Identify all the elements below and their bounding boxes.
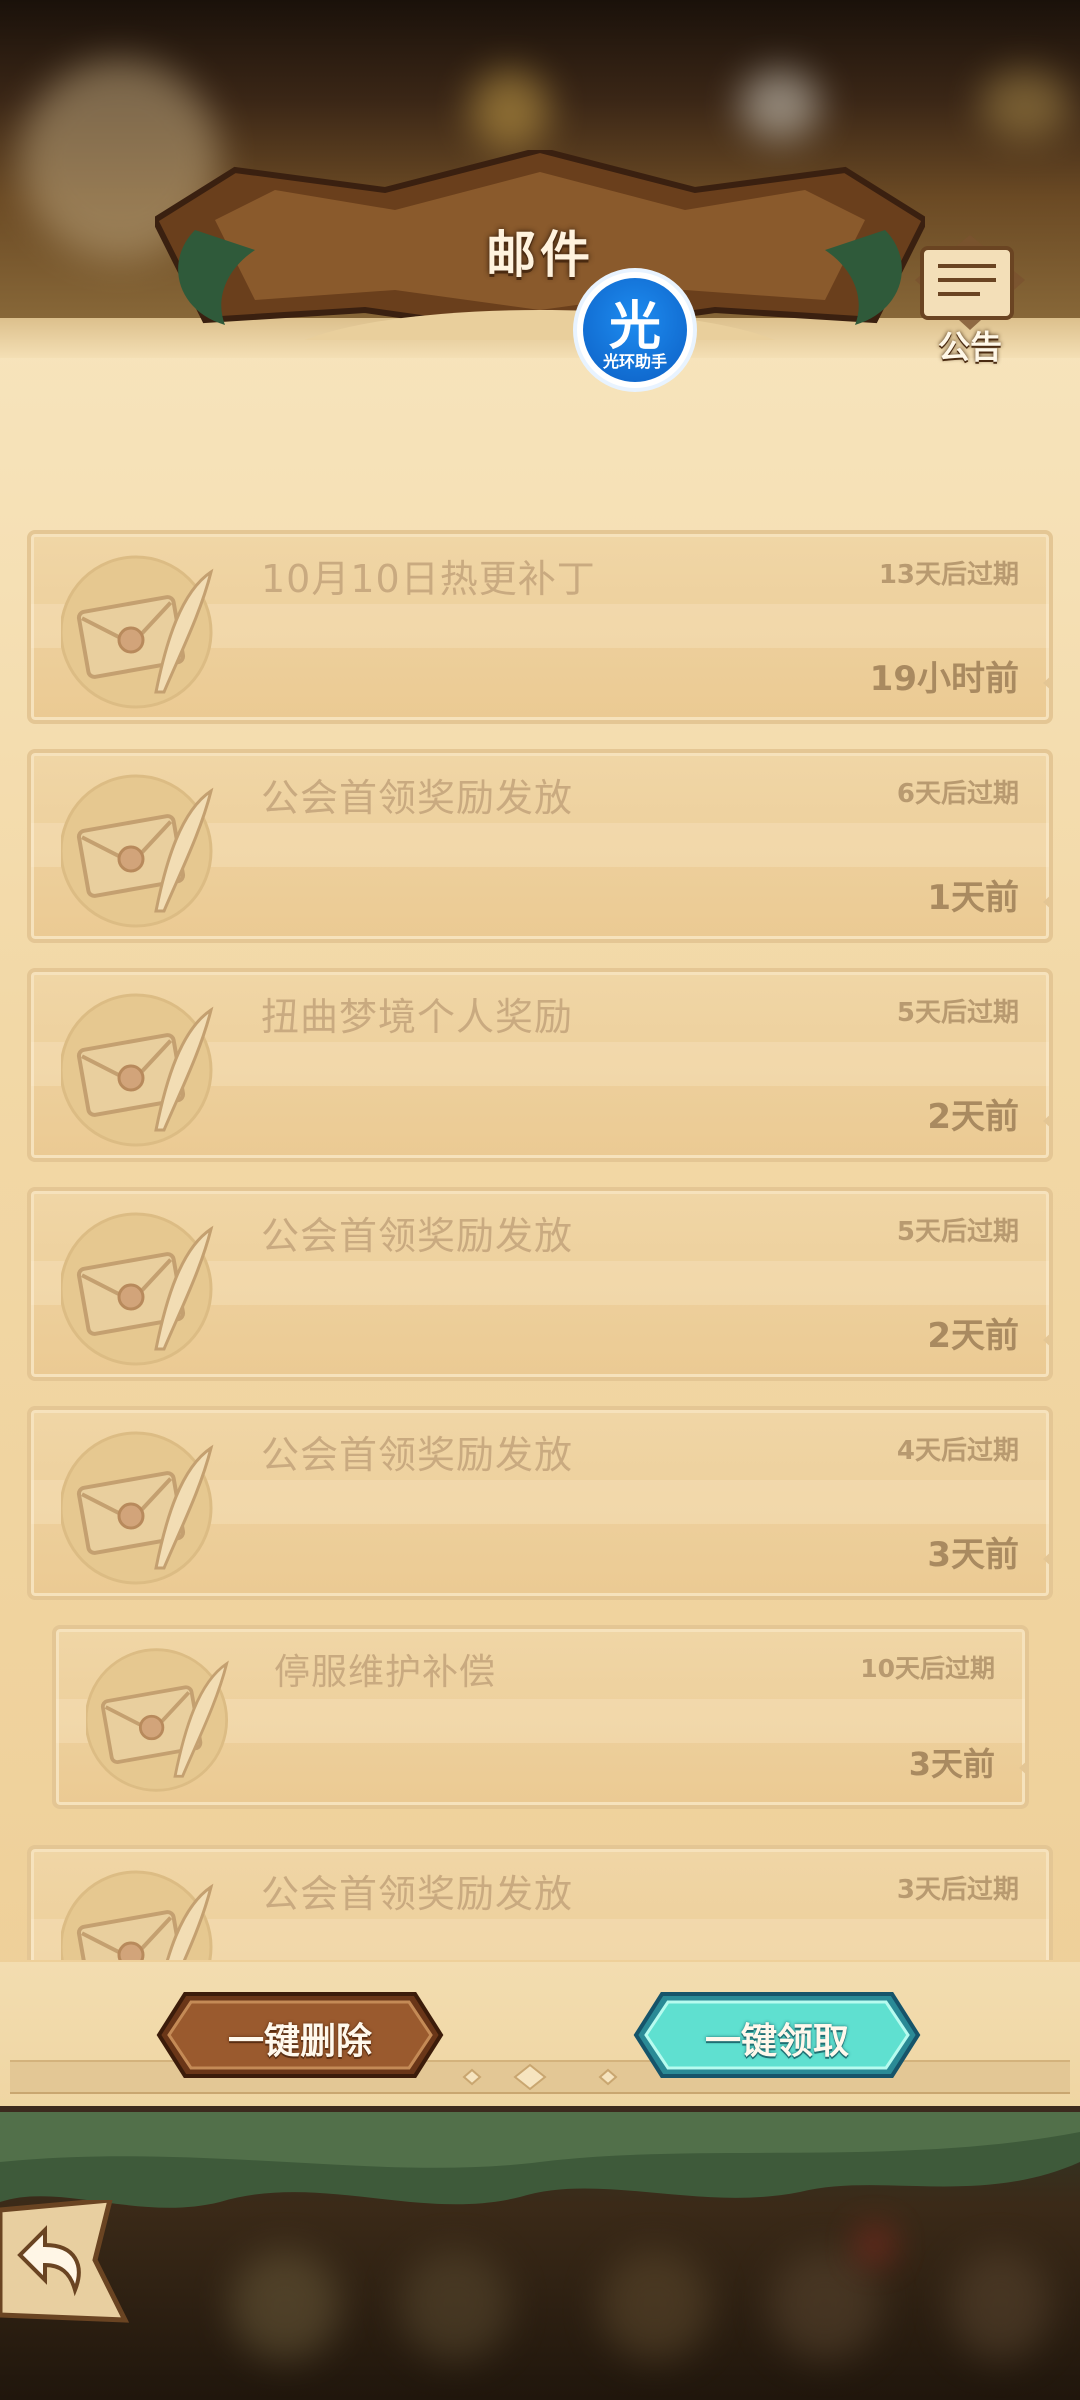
mail-time: 2天前 — [927, 1316, 1019, 1356]
mail-title: 10月10日热更补丁 — [261, 557, 596, 601]
mail-item[interactable]: 停服维护补偿 10天后过期 3天前 — [52, 1625, 1029, 1809]
claim-all-label: 一键领取 — [704, 2021, 849, 2062]
mail-expire: 13天后过期 — [878, 560, 1019, 590]
back-arrow-icon — [0, 2197, 130, 2323]
envelope-quill-icon — [61, 1431, 214, 1585]
logo-caption: 光环助手 — [602, 352, 667, 371]
mail-item[interactable]: 公会首领奖励发放 3天后过期 — [27, 1845, 1053, 1960]
delete-all-label: 一键删除 — [227, 2021, 372, 2062]
envelope-quill-icon — [61, 555, 214, 709]
mail-title: 公会首领奖励发放 — [261, 776, 574, 820]
mail-expire: 4天后过期 — [896, 1436, 1019, 1466]
mail-expire: 5天后过期 — [896, 998, 1019, 1028]
mail-time: 3天前 — [908, 1745, 995, 1783]
claim-all-button[interactable]: 一键领取 — [632, 1990, 922, 2080]
delete-all-button[interactable]: 一键删除 — [155, 1990, 445, 2080]
mail-list[interactable]: 10月10日热更补丁 13天后过期 19小时前 公会首领奖励发放 6天后过期 1… — [0, 525, 1080, 1960]
mail-time: 19小时前 — [869, 659, 1019, 699]
mail-title: 公会首领奖励发放 — [261, 1872, 574, 1916]
halo-assistant-logo: 光 光环助手 — [577, 272, 693, 388]
notice-button[interactable]: 公告 — [910, 230, 1030, 370]
back-button[interactable] — [0, 2197, 130, 2325]
notice-label: 公告 — [937, 328, 1002, 366]
mail-item[interactable]: 公会首领奖励发放 5天后过期 2天前 — [27, 1187, 1053, 1381]
envelope-quill-icon — [86, 1648, 229, 1792]
mail-expire: 6天后过期 — [896, 779, 1019, 809]
envelope-quill-icon — [61, 993, 214, 1147]
envelope-quill-icon — [61, 774, 214, 928]
envelope-quill-icon — [61, 1212, 214, 1366]
mail-time: 2天前 — [927, 1097, 1019, 1137]
envelope-quill-icon — [61, 1870, 214, 1960]
mail-expire: 5天后过期 — [896, 1217, 1019, 1247]
mail-title: 扭曲梦境个人奖励 — [261, 995, 574, 1039]
leaf-decoration — [0, 2112, 1080, 2208]
mail-title: 停服维护补偿 — [274, 1652, 497, 1693]
mail-time: 3天前 — [927, 1535, 1019, 1575]
mail-item[interactable]: 公会首领奖励发放 4天后过期 3天前 — [27, 1406, 1053, 1600]
mail-title: 公会首领奖励发放 — [261, 1433, 574, 1477]
mail-item[interactable]: 10月10日热更补丁 13天后过期 19小时前 — [27, 530, 1053, 724]
mail-time: 1天前 — [927, 878, 1019, 918]
mail-expire: 10天后过期 — [860, 1654, 995, 1683]
mail-title: 公会首领奖励发放 — [261, 1214, 574, 1258]
mail-item[interactable]: 公会首领奖励发放 6天后过期 1天前 — [27, 749, 1053, 943]
mail-item[interactable]: 扭曲梦境个人奖励 5天后过期 2天前 — [27, 968, 1053, 1162]
mail-expire: 3天后过期 — [896, 1875, 1019, 1905]
